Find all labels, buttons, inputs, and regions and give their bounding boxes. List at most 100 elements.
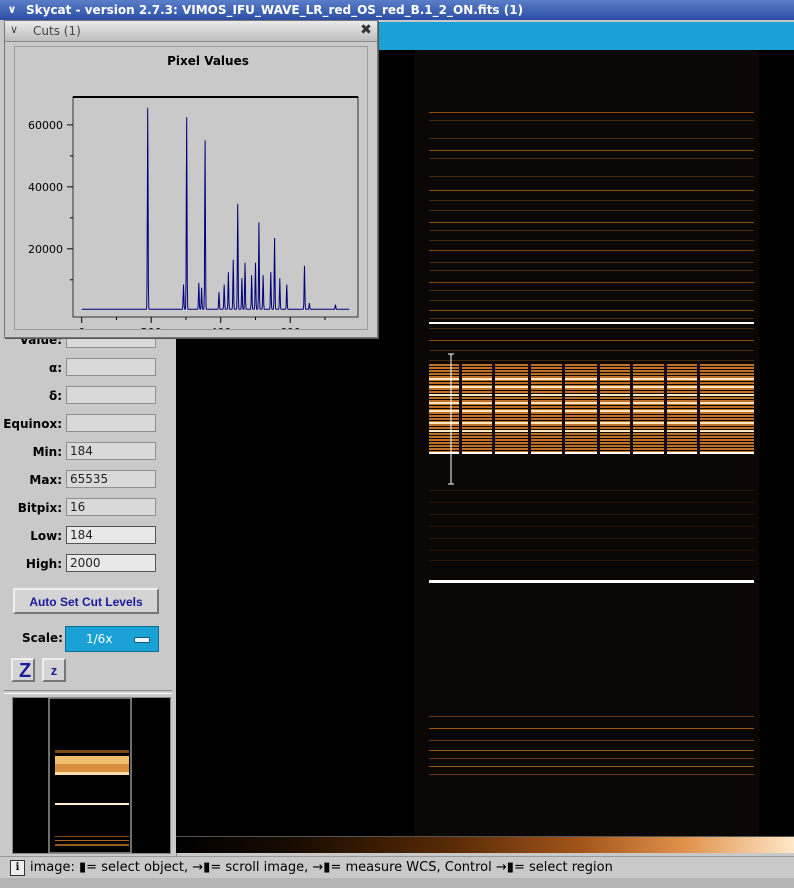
zoom-in-button[interactable]: Z bbox=[11, 658, 35, 682]
main-title-bar: ∨ Skycat - version 2.7.3: VIMOS_IFU_WAVE… bbox=[0, 0, 794, 20]
panner-image bbox=[48, 697, 132, 854]
scale-value: 1/6x bbox=[86, 632, 113, 646]
spectral-line bbox=[429, 250, 754, 251]
bright-band-line bbox=[429, 400, 754, 402]
field-value bbox=[66, 386, 156, 404]
bright-band-line bbox=[429, 424, 754, 426]
spectral-line bbox=[429, 560, 754, 561]
spectral-line bbox=[429, 112, 754, 113]
plot-frame: Pixel Values 0 200 400 600 20000 40000 60000 bbox=[14, 46, 368, 339]
bright-band-line bbox=[429, 373, 754, 375]
x-tick-label: 400 bbox=[210, 326, 231, 329]
bright-band-line bbox=[429, 386, 754, 388]
cuts-menu-chevron-icon[interactable]: ∨ bbox=[10, 23, 18, 36]
spectral-line bbox=[429, 550, 754, 551]
spectral-line bbox=[429, 222, 754, 223]
spectral-line bbox=[429, 300, 754, 301]
bright-band-line bbox=[429, 433, 754, 435]
close-icon[interactable]: ✖ bbox=[359, 22, 373, 38]
slit-gap bbox=[597, 364, 600, 456]
spectral-line bbox=[429, 318, 754, 319]
mouse-icon: ▮ bbox=[506, 860, 514, 875]
spectral-line bbox=[429, 774, 754, 775]
slit-gap bbox=[492, 364, 495, 456]
status-seg-1: image: bbox=[30, 860, 80, 875]
spectral-line bbox=[429, 270, 754, 271]
bright-line bbox=[429, 452, 754, 454]
x-tick-label: 600 bbox=[280, 326, 301, 329]
spectral-line bbox=[429, 766, 754, 767]
spectral-line bbox=[429, 740, 754, 741]
field-row: Bitpix: 16 bbox=[0, 498, 176, 520]
field-row: Low: 184 bbox=[0, 526, 176, 548]
bright-band-line bbox=[429, 427, 754, 429]
spectral-line bbox=[429, 490, 754, 491]
cuts-title-bar[interactable]: ∨ Cuts (1) ✖ bbox=[5, 21, 377, 42]
x-tick-label: 0 bbox=[78, 326, 85, 329]
chart-title: Pixel Values bbox=[167, 54, 249, 68]
spectral-line bbox=[429, 750, 754, 751]
bright-line bbox=[429, 580, 754, 583]
spectral-line bbox=[429, 758, 754, 759]
bright-band-line bbox=[429, 442, 754, 444]
field-value bbox=[66, 358, 156, 376]
y-tick-label: 60000 bbox=[28, 119, 63, 132]
field-row: Min: 184 bbox=[0, 442, 176, 464]
zoom-out-button[interactable]: z bbox=[42, 658, 66, 682]
bright-band-line bbox=[429, 364, 754, 366]
field-label: Equinox: bbox=[3, 417, 62, 431]
field-label: α: bbox=[48, 361, 62, 375]
bright-band-line bbox=[429, 448, 754, 450]
scale-label: Scale: bbox=[22, 631, 63, 645]
field-label: Low: bbox=[30, 529, 62, 543]
bright-band-line bbox=[429, 430, 754, 432]
field-value[interactable]: 184 bbox=[66, 526, 156, 544]
spectral-line bbox=[429, 328, 754, 329]
bright-band-line bbox=[429, 394, 754, 396]
bright-band-line bbox=[429, 406, 754, 408]
cuts-title: Cuts (1) bbox=[33, 24, 81, 38]
bright-band-line bbox=[429, 422, 754, 424]
field-value: 65535 bbox=[66, 470, 156, 488]
slit-gap bbox=[697, 364, 700, 456]
scale-menu[interactable]: 1/6x bbox=[65, 626, 159, 652]
field-row: α: bbox=[0, 358, 176, 380]
field-value[interactable]: 2000 bbox=[66, 554, 156, 572]
bright-band-line bbox=[429, 397, 754, 399]
spectral-line bbox=[429, 360, 754, 361]
field-row: Max: 65535 bbox=[0, 470, 176, 492]
field-label: Min: bbox=[32, 445, 62, 459]
status-seg-2: = select object, → bbox=[86, 860, 204, 875]
auto-set-cut-levels-button[interactable]: Auto Set Cut Levels bbox=[13, 588, 159, 614]
bright-band-line bbox=[429, 391, 754, 393]
x-tick-label: 200 bbox=[141, 326, 162, 329]
bright-line bbox=[429, 322, 754, 324]
slit-gap bbox=[630, 364, 633, 456]
panner-thumbnail[interactable] bbox=[12, 697, 171, 854]
window-title: Skycat - version 2.7.3: VIMOS_IFU_WAVE_L… bbox=[26, 3, 524, 17]
spectral-line bbox=[429, 262, 754, 263]
slit-gap bbox=[562, 364, 565, 456]
colormap-bar[interactable] bbox=[176, 836, 794, 853]
bright-band-line bbox=[429, 370, 754, 372]
field-value: 184 bbox=[66, 442, 156, 460]
field-label: Bitpix: bbox=[17, 501, 62, 515]
spectral-line bbox=[429, 120, 754, 121]
field-value bbox=[66, 414, 156, 432]
field-row: Equinox: bbox=[0, 414, 176, 436]
spectral-line bbox=[429, 240, 754, 241]
status-seg-3: = scroll image, → bbox=[210, 860, 324, 875]
spectral-line bbox=[429, 728, 754, 729]
window-menu-chevron-icon[interactable]: ∨ bbox=[4, 2, 20, 18]
spectral-line bbox=[429, 176, 754, 177]
bright-band-line bbox=[429, 415, 754, 417]
spectral-line bbox=[429, 502, 754, 503]
pixel-values-chart[interactable]: Pixel Values 0 200 400 600 20000 40000 60000 bbox=[15, 47, 367, 339]
bright-band-line bbox=[429, 410, 754, 412]
spectral-line bbox=[429, 282, 754, 283]
spectral-line bbox=[429, 526, 754, 527]
bright-band-line bbox=[429, 382, 754, 384]
bright-band-line bbox=[429, 402, 754, 404]
option-menu-indicator-icon bbox=[134, 637, 150, 643]
y-tick-label: 20000 bbox=[28, 243, 63, 256]
